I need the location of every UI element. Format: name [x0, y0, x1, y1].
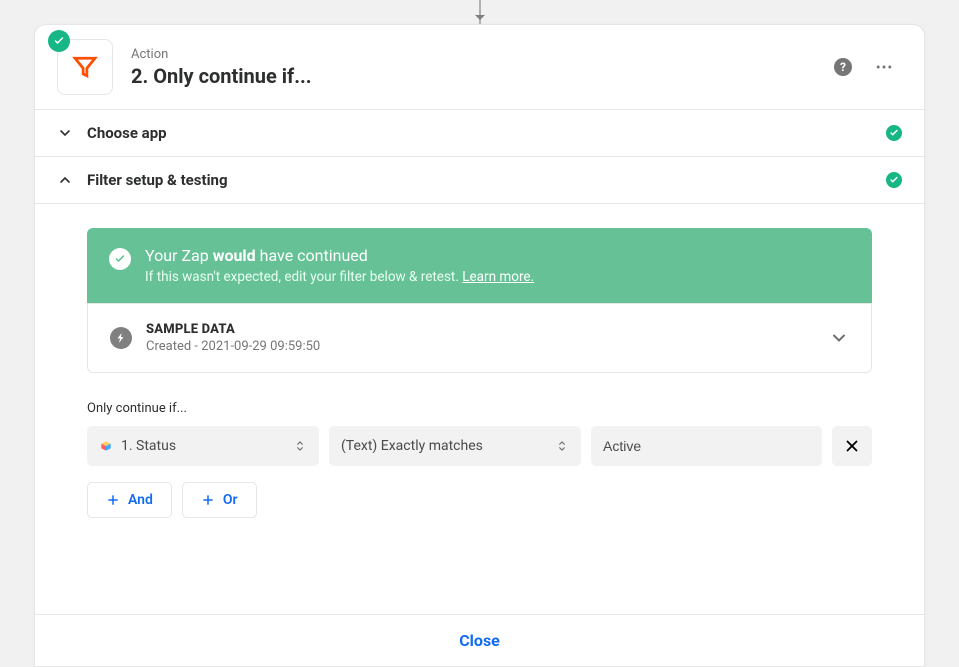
section-filter-setup[interactable]: Filter setup & testing — [35, 157, 924, 204]
help-icon[interactable]: ? — [834, 58, 852, 76]
chevron-up-icon — [57, 172, 73, 188]
more-icon[interactable] — [874, 57, 894, 77]
banner-desc: If this wasn't expected, edit your filte… — [145, 269, 534, 285]
add-and-button[interactable]: And — [87, 482, 172, 518]
condition-operator-select[interactable]: (Text) Exactly matches — [329, 426, 581, 466]
filter-icon — [70, 52, 100, 82]
add-or-button[interactable]: Or — [182, 482, 257, 518]
sort-icon — [293, 437, 307, 455]
condition-value-input-wrap — [591, 426, 822, 466]
sample-heading: SAMPLE DATA — [146, 322, 320, 337]
operator-name: (Text) Exactly matches — [341, 438, 483, 454]
step-header: Action 2. Only continue if... ? — [35, 25, 924, 110]
section-complete-icon — [886, 125, 902, 141]
close-icon — [843, 437, 861, 455]
app-badge — [57, 39, 113, 95]
banner-title: Your Zap would have continued — [145, 246, 534, 265]
section-title: Choose app — [87, 124, 167, 142]
section-choose-app[interactable]: Choose app — [35, 110, 924, 157]
condition-label: Only continue if... — [87, 401, 872, 416]
condition-field-select[interactable]: 1. Status — [87, 426, 319, 466]
sort-icon — [555, 437, 569, 455]
learn-more-link[interactable]: Learn more. — [462, 269, 534, 285]
flow-connector — [479, 0, 481, 24]
section-title: Filter setup & testing — [87, 171, 228, 189]
step-complete-icon — [48, 30, 70, 52]
step-card: Action 2. Only continue if... ? Choose a… — [34, 24, 925, 667]
test-result-banner: Your Zap would have continued If this wa… — [87, 228, 872, 303]
app-cube-icon — [99, 439, 113, 453]
close-button[interactable]: Close — [459, 631, 500, 650]
sample-data-row[interactable]: SAMPLE DATA Created - 2021-09-29 09:59:5… — [87, 303, 872, 373]
section-complete-icon — [886, 172, 902, 188]
success-icon — [109, 248, 131, 270]
step-title: 2. Only continue if... — [131, 64, 312, 88]
delete-condition-button[interactable] — [832, 426, 872, 466]
plus-icon — [201, 493, 215, 507]
step-type-label: Action — [131, 47, 312, 62]
sample-detail: Created - 2021-09-29 09:59:50 — [146, 339, 320, 354]
plus-icon — [106, 493, 120, 507]
chevron-down-icon — [57, 125, 73, 141]
condition-value-input[interactable] — [603, 438, 810, 454]
bolt-icon — [110, 327, 132, 349]
card-footer: Close — [35, 614, 924, 666]
chevron-down-icon — [829, 328, 849, 348]
field-name: 1. Status — [121, 438, 176, 454]
